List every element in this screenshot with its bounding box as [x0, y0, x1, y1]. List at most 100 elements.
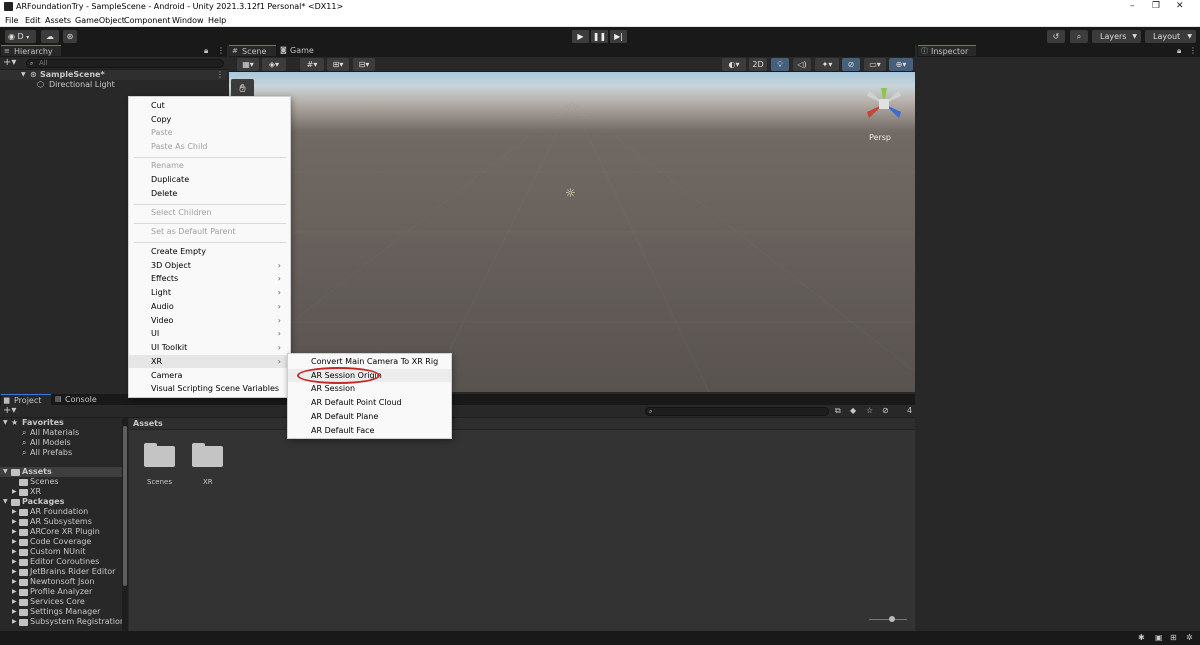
icon-size-slider[interactable]	[869, 616, 907, 622]
xr-submenu-item[interactable]: Convert Main Camera To XR Rig	[288, 355, 451, 368]
menu-file[interactable]: File	[5, 16, 18, 25]
close-button[interactable]: ✕	[1176, 1, 1184, 11]
tree-package-item[interactable]: ▶ Services Core	[0, 597, 122, 607]
lock-icon[interactable]: 🔒︎	[204, 46, 208, 56]
xr-submenu-item[interactable]: AR Session	[288, 382, 451, 395]
expand-arrow-icon[interactable]: ▶	[12, 517, 17, 527]
expand-arrow-icon[interactable]: ▶	[12, 507, 17, 517]
context-menu-item[interactable]: Copy	[129, 113, 290, 126]
persp-label[interactable]: Persp	[869, 133, 891, 142]
more-icon[interactable]: ⋮	[217, 46, 225, 56]
camera-settings-button[interactable]: ▭▾	[864, 58, 886, 71]
cloud-button[interactable]: ☁	[41, 30, 59, 43]
expand-arrow-icon[interactable]: ▶	[12, 617, 17, 627]
hierarchy-item-directional-light[interactable]: ⬡ Directional Light	[0, 80, 227, 90]
tree-item[interactable]: ⌕ All Materials	[0, 428, 122, 438]
slider-thumb[interactable]	[889, 616, 895, 622]
context-menu-item[interactable]: Visual Scripting Scene Variables	[129, 382, 290, 395]
context-menu-item[interactable]: Delete	[129, 187, 290, 200]
context-menu-item[interactable]: UI ›	[129, 327, 290, 340]
gizmo-box-button[interactable]: ◈▾	[262, 58, 286, 71]
audio-toggle[interactable]: ◁)	[793, 58, 811, 71]
scrollbar-thumb[interactable]	[123, 426, 127, 586]
tab-game[interactable]: ◙ Game	[277, 45, 317, 56]
context-menu-item[interactable]: Camera	[129, 369, 290, 382]
tree-assets[interactable]: ▼ Assets	[0, 467, 122, 477]
expand-arrow-icon[interactable]: ▶	[12, 587, 17, 597]
snap-increment-button[interactable]: ⊞▾	[327, 58, 349, 71]
draw-mode-button[interactable]: ▦▾	[237, 58, 259, 71]
cache-server-icon[interactable]: ▣	[1155, 633, 1163, 643]
incremental-snap-button[interactable]: ⊟▾	[353, 58, 375, 71]
effects-dropdown[interactable]: ✦▾	[815, 58, 839, 71]
grid-snap-button[interactable]: #▾	[300, 58, 324, 71]
asset-folder-xr[interactable]: XR	[191, 443, 224, 487]
expand-arrow-icon[interactable]: ▶	[12, 607, 17, 617]
expand-arrow-icon[interactable]: ▶	[12, 597, 17, 607]
menu-edit[interactable]: Edit	[25, 16, 41, 25]
expand-arrow-icon[interactable]: ▶	[12, 577, 17, 587]
search-button[interactable]: ⌕	[1070, 30, 1088, 43]
layout-dropdown[interactable]: Layout ▼	[1145, 30, 1196, 43]
axis-gizmo[interactable]	[859, 82, 909, 126]
add-icon[interactable]: +▾	[3, 406, 16, 416]
history-button[interactable]: ↺	[1047, 30, 1065, 43]
context-menu-item[interactable]: Create Empty	[129, 245, 290, 258]
more-icon[interactable]: ⋮	[1189, 46, 1197, 56]
maximize-button[interactable]: ❐	[1152, 1, 1160, 11]
tab-hierarchy[interactable]: ≡ Hierarchy	[1, 45, 61, 56]
tree-package-item[interactable]: ▶ JetBrains Rider Editor	[0, 567, 122, 577]
context-menu-item[interactable]: UI Toolkit ›	[129, 341, 290, 354]
tree-package-item[interactable]: ▶ Newtonsoft Json	[0, 577, 122, 587]
tab-console[interactable]: ▤ Console	[52, 394, 102, 405]
hierarchy-search-input[interactable]: ⌕ All	[26, 59, 224, 68]
notification-icon[interactable]: ✲	[1186, 633, 1193, 643]
expand-arrow-icon[interactable]: ▶	[12, 537, 17, 547]
tree-packages[interactable]: ▼ Packages	[0, 497, 122, 507]
lock-icon[interactable]: 🔒︎	[1177, 46, 1181, 56]
project-search-input[interactable]: ⌕	[645, 407, 829, 416]
layers-dropdown[interactable]: Layers ▼	[1092, 30, 1141, 43]
expand-arrow-icon[interactable]: ▼	[21, 70, 26, 80]
tree-item[interactable]: Scenes	[0, 477, 122, 487]
context-menu-item[interactable]: XR ›	[129, 355, 290, 368]
tree-package-item[interactable]: ▶ Editor Coroutines	[0, 557, 122, 567]
directional-light-gizmo-icon[interactable]: ☼	[565, 186, 576, 200]
progress-icon[interactable]: ⊞	[1170, 633, 1177, 643]
bug-icon[interactable]: ✱	[1138, 633, 1145, 643]
context-menu-item[interactable]: Effects ›	[129, 272, 290, 285]
gizmos-button[interactable]: ⊕▾	[889, 58, 913, 71]
collab-button[interactable]: ⊛	[63, 30, 77, 43]
expand-arrow-icon[interactable]: ▶	[12, 547, 17, 557]
xr-submenu-item[interactable]: AR Default Plane	[288, 410, 451, 423]
tab-project[interactable]: ▆ Project	[1, 394, 51, 405]
play-button[interactable]: ▶	[572, 30, 589, 43]
context-menu-item[interactable]: 3D Object ›	[129, 259, 290, 272]
pause-button[interactable]: ❚❚	[591, 30, 608, 43]
context-menu-item[interactable]: Audio ›	[129, 300, 290, 313]
breadcrumb-assets[interactable]: Assets	[133, 419, 163, 428]
tree-package-item[interactable]: ▶ AR Foundation	[0, 507, 122, 517]
tree-item[interactable]: ⌕ All Prefabs	[0, 448, 122, 458]
add-icon[interactable]: +▾	[3, 58, 16, 68]
context-menu-item[interactable]: Cut	[129, 99, 290, 112]
tree-scrollbar[interactable]	[122, 418, 128, 631]
asset-folder-scenes[interactable]: Scenes	[143, 443, 176, 487]
tree-package-item[interactable]: ▶ Custom NUnit	[0, 547, 122, 557]
tree-package-item[interactable]: ▶ Subsystem Registration	[0, 617, 122, 627]
mode-2d-button[interactable]: 2D	[749, 58, 767, 71]
step-button[interactable]: ▶|	[610, 30, 627, 43]
tree-package-item[interactable]: ▶ Settings Manager	[0, 607, 122, 617]
context-menu-item[interactable]: Duplicate	[129, 173, 290, 186]
menu-window[interactable]: Window	[172, 16, 204, 25]
xr-submenu-item[interactable]: AR Default Face	[288, 424, 451, 437]
render-mode-button[interactable]: ◐▾	[722, 58, 746, 71]
menu-help[interactable]: Help	[208, 16, 226, 25]
scene-viewport[interactable]: ✋︎ ☼ Persp	[229, 72, 915, 392]
hidden-objects-toggle[interactable]: ⊘	[842, 58, 860, 71]
context-menu-item[interactable]: Video ›	[129, 314, 290, 327]
tree-package-item[interactable]: ▶ Code Coverage	[0, 537, 122, 547]
menu-gameobject[interactable]: GameObject	[75, 16, 125, 25]
save-search-icon[interactable]: ☆	[866, 406, 873, 416]
search-by-type-icon[interactable]: ⧉	[835, 406, 841, 416]
